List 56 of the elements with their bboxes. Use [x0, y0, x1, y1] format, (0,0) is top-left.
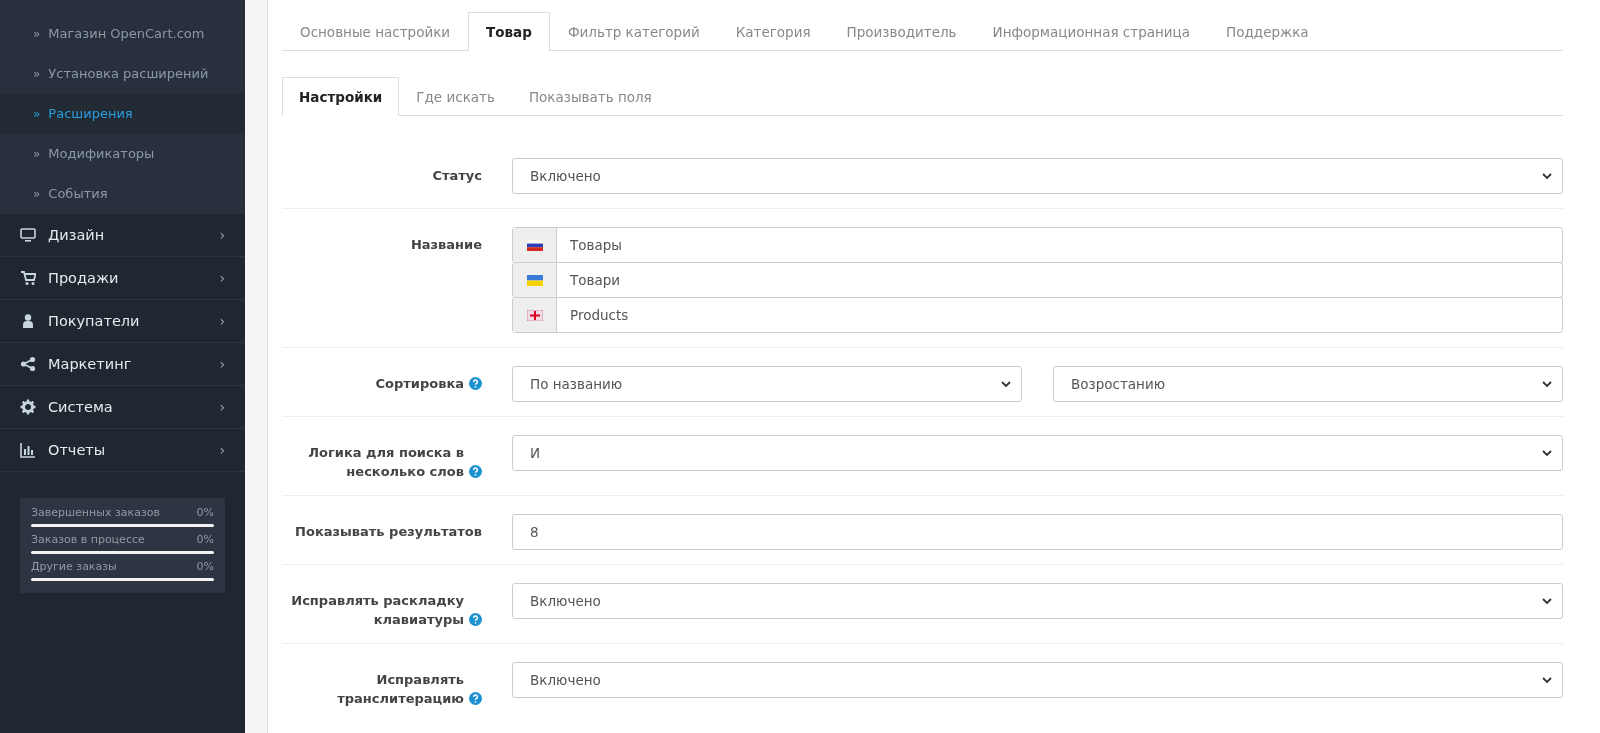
- tab[interactable]: Товар: [468, 12, 550, 51]
- select-field[interactable]: Возростанию: [1053, 366, 1563, 402]
- cart-icon: [20, 270, 36, 286]
- field-label: Сортировка: [375, 375, 464, 393]
- chevron-down-icon: [1542, 597, 1552, 605]
- help-icon[interactable]: [469, 692, 482, 705]
- chevron-down-icon: [1542, 172, 1552, 180]
- tab[interactable]: Основные настройки: [282, 12, 469, 51]
- input-field[interactable]: 8: [512, 514, 1563, 550]
- gear-icon: [20, 399, 36, 415]
- stat-value: 0%: [196, 533, 214, 546]
- sidebar-subitem[interactable]: » Установка расширений: [0, 54, 245, 94]
- field-label: Показывать результатов: [295, 523, 482, 541]
- tab[interactable]: Фильтр категорий: [549, 12, 718, 51]
- monitor-icon: [20, 227, 36, 243]
- tab[interactable]: Производитель: [828, 12, 975, 51]
- field-label: Название: [410, 236, 482, 254]
- sidebar-subitem[interactable]: » Расширения: [0, 94, 245, 134]
- bullet-marker: »: [33, 147, 41, 161]
- tab[interactable]: Где искать: [399, 77, 512, 116]
- stat-value: 0%: [196, 506, 214, 519]
- stat-value: 0%: [196, 560, 214, 573]
- tab[interactable]: Категория: [717, 12, 829, 51]
- tab[interactable]: Информационная страница: [974, 12, 1209, 51]
- bullet-marker: »: [33, 67, 41, 81]
- field-label: Исправлять раскладку клавиатуры: [290, 592, 464, 629]
- chart-icon: [20, 442, 36, 458]
- help-icon[interactable]: [469, 377, 482, 390]
- bullet-marker: »: [33, 27, 41, 41]
- bullet-marker: »: [33, 107, 41, 121]
- stat-label: Другие заказы: [31, 560, 117, 573]
- stat-label: Завершенных заказов: [31, 506, 160, 519]
- share-icon: [20, 356, 36, 372]
- chevron-down-icon: [1542, 380, 1552, 388]
- select-field[interactable]: Включено: [512, 662, 1563, 698]
- sidebar-subitem[interactable]: » События: [0, 174, 245, 214]
- sidebar-subitem[interactable]: » Магазин OpenCart.com: [0, 14, 245, 54]
- bullet-marker: »: [33, 187, 41, 201]
- select-field[interactable]: По названию: [512, 366, 1022, 402]
- stat-label: Заказов в процессе: [31, 533, 145, 546]
- tab[interactable]: Показывать поля: [511, 77, 669, 116]
- help-icon[interactable]: [469, 613, 482, 626]
- chevron-down-icon: [1542, 676, 1552, 684]
- tab[interactable]: Настройки: [282, 77, 400, 116]
- select-field[interactable]: Включено: [512, 158, 1563, 194]
- tab[interactable]: Поддержка: [1208, 12, 1327, 51]
- field-label: Исправлять транслитерацию: [336, 671, 464, 708]
- select-field[interactable]: Включено: [512, 583, 1563, 619]
- help-icon[interactable]: [469, 465, 482, 478]
- chevron-down-icon: [1001, 380, 1011, 388]
- chevron-down-icon: [1542, 449, 1552, 457]
- sidebar-subitem[interactable]: » Модификаторы: [0, 134, 245, 174]
- field-label: Статус: [432, 167, 482, 185]
- select-field[interactable]: И: [512, 435, 1563, 471]
- field-label: Логика для поиска в несколько слов: [307, 444, 464, 481]
- user-icon: [20, 313, 36, 329]
